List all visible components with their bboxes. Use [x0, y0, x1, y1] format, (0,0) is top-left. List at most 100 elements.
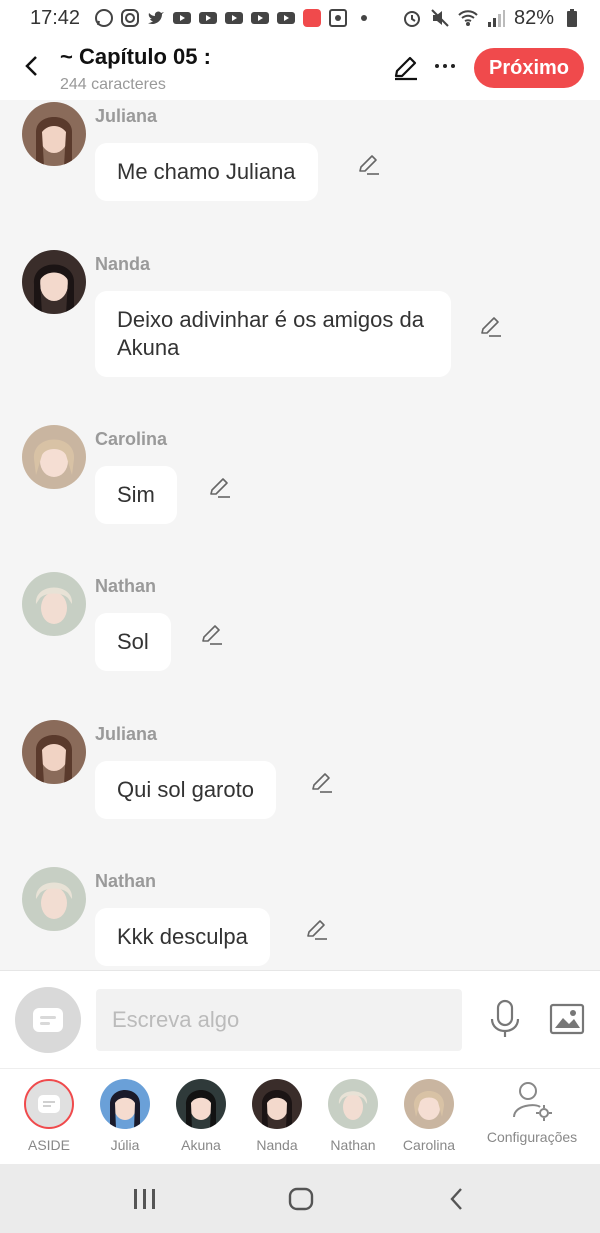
message-bubble[interactable]: Deixo adivinhar é os amigos da Akuna — [95, 291, 451, 377]
alarm-icon — [402, 8, 422, 28]
avatar[interactable] — [22, 425, 86, 489]
image-button[interactable] — [549, 1003, 585, 1035]
sender-name: Nathan — [95, 871, 157, 891]
recents-icon — [134, 1189, 155, 1209]
composer-bar: Escreva algo — [0, 970, 600, 1068]
narration-button[interactable] — [15, 987, 81, 1053]
avatar-image — [22, 102, 86, 166]
instagram-icon — [120, 8, 140, 28]
next-button[interactable]: Próximo — [474, 48, 584, 88]
message-bubble[interactable]: Me chamo Juliana — [95, 143, 318, 201]
message-icon — [38, 1095, 60, 1113]
message-bubble[interactable]: Kkk desculpa — [95, 908, 270, 966]
more-options-button[interactable] — [432, 52, 458, 80]
avatar-image — [22, 250, 86, 314]
status-bar: 17:42 82% — [0, 0, 600, 36]
message-bubble[interactable]: Sol — [95, 613, 171, 671]
youtube-icon — [198, 8, 218, 28]
character-name: Júlia — [110, 1137, 140, 1153]
chapter-title: ~ Capítulo 05 : — [60, 44, 211, 69]
pencil-icon — [312, 773, 332, 793]
pencil-icon — [202, 625, 222, 645]
avatar-image — [22, 867, 86, 931]
character-nanda[interactable]: Nanda — [239, 1079, 315, 1153]
character-carolina[interactable]: Carolina — [391, 1079, 467, 1153]
microphone-button[interactable] — [488, 999, 522, 1039]
message-bubble[interactable]: Qui sol garoto — [95, 761, 276, 819]
whatsapp-icon — [94, 8, 114, 28]
recents-button[interactable] — [128, 1182, 162, 1216]
aside-avatar — [24, 1079, 74, 1129]
avatar — [252, 1079, 302, 1129]
youtube-icon — [276, 8, 296, 28]
back-icon — [450, 1188, 462, 1210]
user-gear-icon — [513, 1082, 552, 1121]
avatar — [328, 1079, 378, 1129]
edit-message-button[interactable] — [310, 771, 334, 795]
edit-message-button[interactable] — [479, 315, 503, 339]
message-input[interactable]: Escreva algo — [96, 989, 462, 1051]
settings-label: Configurações — [486, 1129, 578, 1145]
youtube-icon — [224, 8, 244, 28]
character-name: Akuna — [181, 1137, 221, 1153]
character-bar: ASIDE Júlia Akuna Nanda Nathan Carolina … — [0, 1068, 600, 1164]
chevron-left-icon — [25, 56, 37, 76]
avatar — [100, 1079, 150, 1129]
character-aside[interactable]: ASIDE — [11, 1079, 87, 1153]
pencil-icon — [394, 56, 417, 81]
character-name: ASIDE — [27, 1137, 70, 1153]
avatar-image — [22, 720, 86, 784]
mute-icon — [430, 8, 450, 28]
status-time: 17:42 — [30, 6, 81, 29]
message-bubble[interactable]: Sim — [95, 466, 177, 524]
avatar-image — [22, 425, 86, 489]
back-nav-button[interactable] — [440, 1182, 474, 1216]
microphone-icon — [490, 999, 520, 1037]
wifi-icon — [458, 8, 478, 28]
edit-message-button[interactable] — [357, 153, 381, 177]
avatar — [404, 1079, 454, 1129]
character-nathan[interactable]: Nathan — [315, 1079, 391, 1153]
mangatoon-icon — [302, 8, 322, 28]
edit-message-button[interactable] — [200, 623, 224, 647]
chat-area[interactable]: Juliana Me chamo Juliana Nanda Deixo adi… — [0, 100, 600, 970]
edit-message-button[interactable] — [305, 918, 329, 942]
character-name: Nathan — [330, 1137, 376, 1153]
sender-name: Carolina — [95, 429, 168, 449]
character-name: Carolina — [402, 1137, 456, 1153]
avatar[interactable] — [22, 102, 86, 166]
avatar[interactable] — [22, 572, 86, 636]
edit-message-button[interactable] — [208, 476, 232, 500]
signal-icon — [486, 8, 506, 28]
character-akuna[interactable]: Akuna — [163, 1079, 239, 1153]
back-button[interactable] — [18, 52, 46, 80]
sender-name: Juliana — [95, 106, 158, 126]
character-name: Nanda — [256, 1137, 298, 1153]
youtube-icon — [172, 8, 192, 28]
avatar[interactable] — [22, 867, 86, 931]
home-icon — [288, 1187, 314, 1211]
system-nav-bar — [0, 1164, 600, 1233]
sender-name: Nathan — [95, 576, 157, 596]
pencil-icon — [210, 478, 230, 498]
settings-button[interactable]: Configurações — [486, 1079, 578, 1145]
battery-percent: 82% — [513, 6, 554, 29]
character-julia[interactable]: Júlia — [87, 1079, 163, 1153]
pencil-icon — [307, 920, 327, 940]
youtube-icon — [250, 8, 270, 28]
sender-name: Juliana — [95, 724, 158, 744]
edit-title-button[interactable] — [392, 54, 420, 82]
avatar[interactable] — [22, 720, 86, 784]
message-icon — [33, 1008, 63, 1032]
pencil-icon — [481, 317, 501, 337]
pencil-icon — [359, 155, 379, 175]
avatar[interactable] — [22, 250, 86, 314]
image-icon — [549, 1003, 585, 1035]
character-count: 244 caracteres — [60, 76, 166, 93]
more-dots-icon — [435, 64, 455, 68]
battery-icon — [562, 8, 582, 28]
message-input-placeholder: Escreva algo — [112, 1007, 240, 1032]
home-button[interactable] — [284, 1182, 318, 1216]
avatar-image — [22, 572, 86, 636]
sender-name: Nanda — [95, 254, 151, 274]
